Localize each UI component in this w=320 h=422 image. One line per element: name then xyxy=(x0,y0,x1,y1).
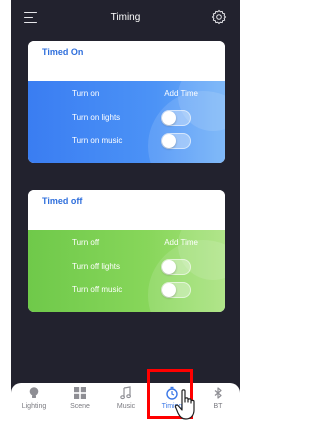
timed-off-card: Timed off Turn off Add Time Turn off lig… xyxy=(28,190,225,312)
turn-on-music-label: Turn on music xyxy=(72,136,123,145)
tab-scene[interactable]: Scene xyxy=(57,383,103,422)
add-time-off-button[interactable]: Add Time xyxy=(164,238,198,247)
music-note-icon xyxy=(120,386,131,400)
timed-on-body: Turn on Add Time Turn on lights Turn on … xyxy=(28,61,225,163)
tab-lighting[interactable]: Lighting xyxy=(11,383,57,422)
turn-off-music-toggle[interactable] xyxy=(161,282,191,298)
toggle-knob xyxy=(162,134,176,148)
tab-label: Scene xyxy=(70,403,90,410)
bulb-icon xyxy=(29,387,39,398)
turn-off-label: Turn off xyxy=(72,238,100,247)
page-title: Timing xyxy=(110,12,141,23)
tab-bt[interactable]: BT xyxy=(195,383,241,422)
timed-off-body: Turn off Add Time Turn off lights Turn o… xyxy=(28,210,225,312)
timed-on-title: Timed On xyxy=(42,47,84,57)
timed-on-card: Timed On Turn on Add Time Turn on lights… xyxy=(28,41,225,163)
top-bar: Timing xyxy=(11,0,240,36)
toggle-knob xyxy=(162,260,176,274)
turn-on-row: Turn on Add Time xyxy=(28,84,225,104)
turn-on-music-row: Turn on music xyxy=(28,131,225,151)
turn-off-lights-toggle[interactable] xyxy=(161,259,191,275)
gear-icon[interactable] xyxy=(211,9,227,25)
turn-off-row: Turn off Add Time xyxy=(28,233,225,253)
grid-icon xyxy=(74,387,86,399)
add-time-on-button[interactable]: Add Time xyxy=(164,89,198,98)
tab-music[interactable]: Music xyxy=(103,383,149,422)
turn-off-lights-label: Turn off lights xyxy=(72,262,121,271)
phone-screen: Timing Timed On Turn on Add Time Turn on… xyxy=(11,0,240,422)
turn-on-lights-toggle[interactable] xyxy=(161,110,191,126)
timed-off-title: Timed off xyxy=(42,196,83,206)
turn-off-music-label: Turn off music xyxy=(72,285,123,294)
hand-pointer-icon xyxy=(174,389,195,420)
tab-label: Music xyxy=(116,403,136,410)
tab-label: Lighting xyxy=(21,403,47,410)
toggle-knob xyxy=(162,111,176,125)
tab-label: BT xyxy=(213,403,223,410)
turn-off-music-row: Turn off music xyxy=(28,280,225,300)
turn-on-music-toggle[interactable] xyxy=(161,133,191,149)
toggle-knob xyxy=(162,283,176,297)
turn-on-lights-label: Turn on lights xyxy=(72,113,121,122)
turn-off-lights-row: Turn off lights xyxy=(28,257,225,277)
bluetooth-icon xyxy=(214,387,222,399)
turn-on-label: Turn on xyxy=(72,89,100,98)
turn-on-lights-row: Turn on lights xyxy=(28,108,225,128)
bottom-tab-bar: Lighting Scene Music Timing BT xyxy=(11,383,240,422)
